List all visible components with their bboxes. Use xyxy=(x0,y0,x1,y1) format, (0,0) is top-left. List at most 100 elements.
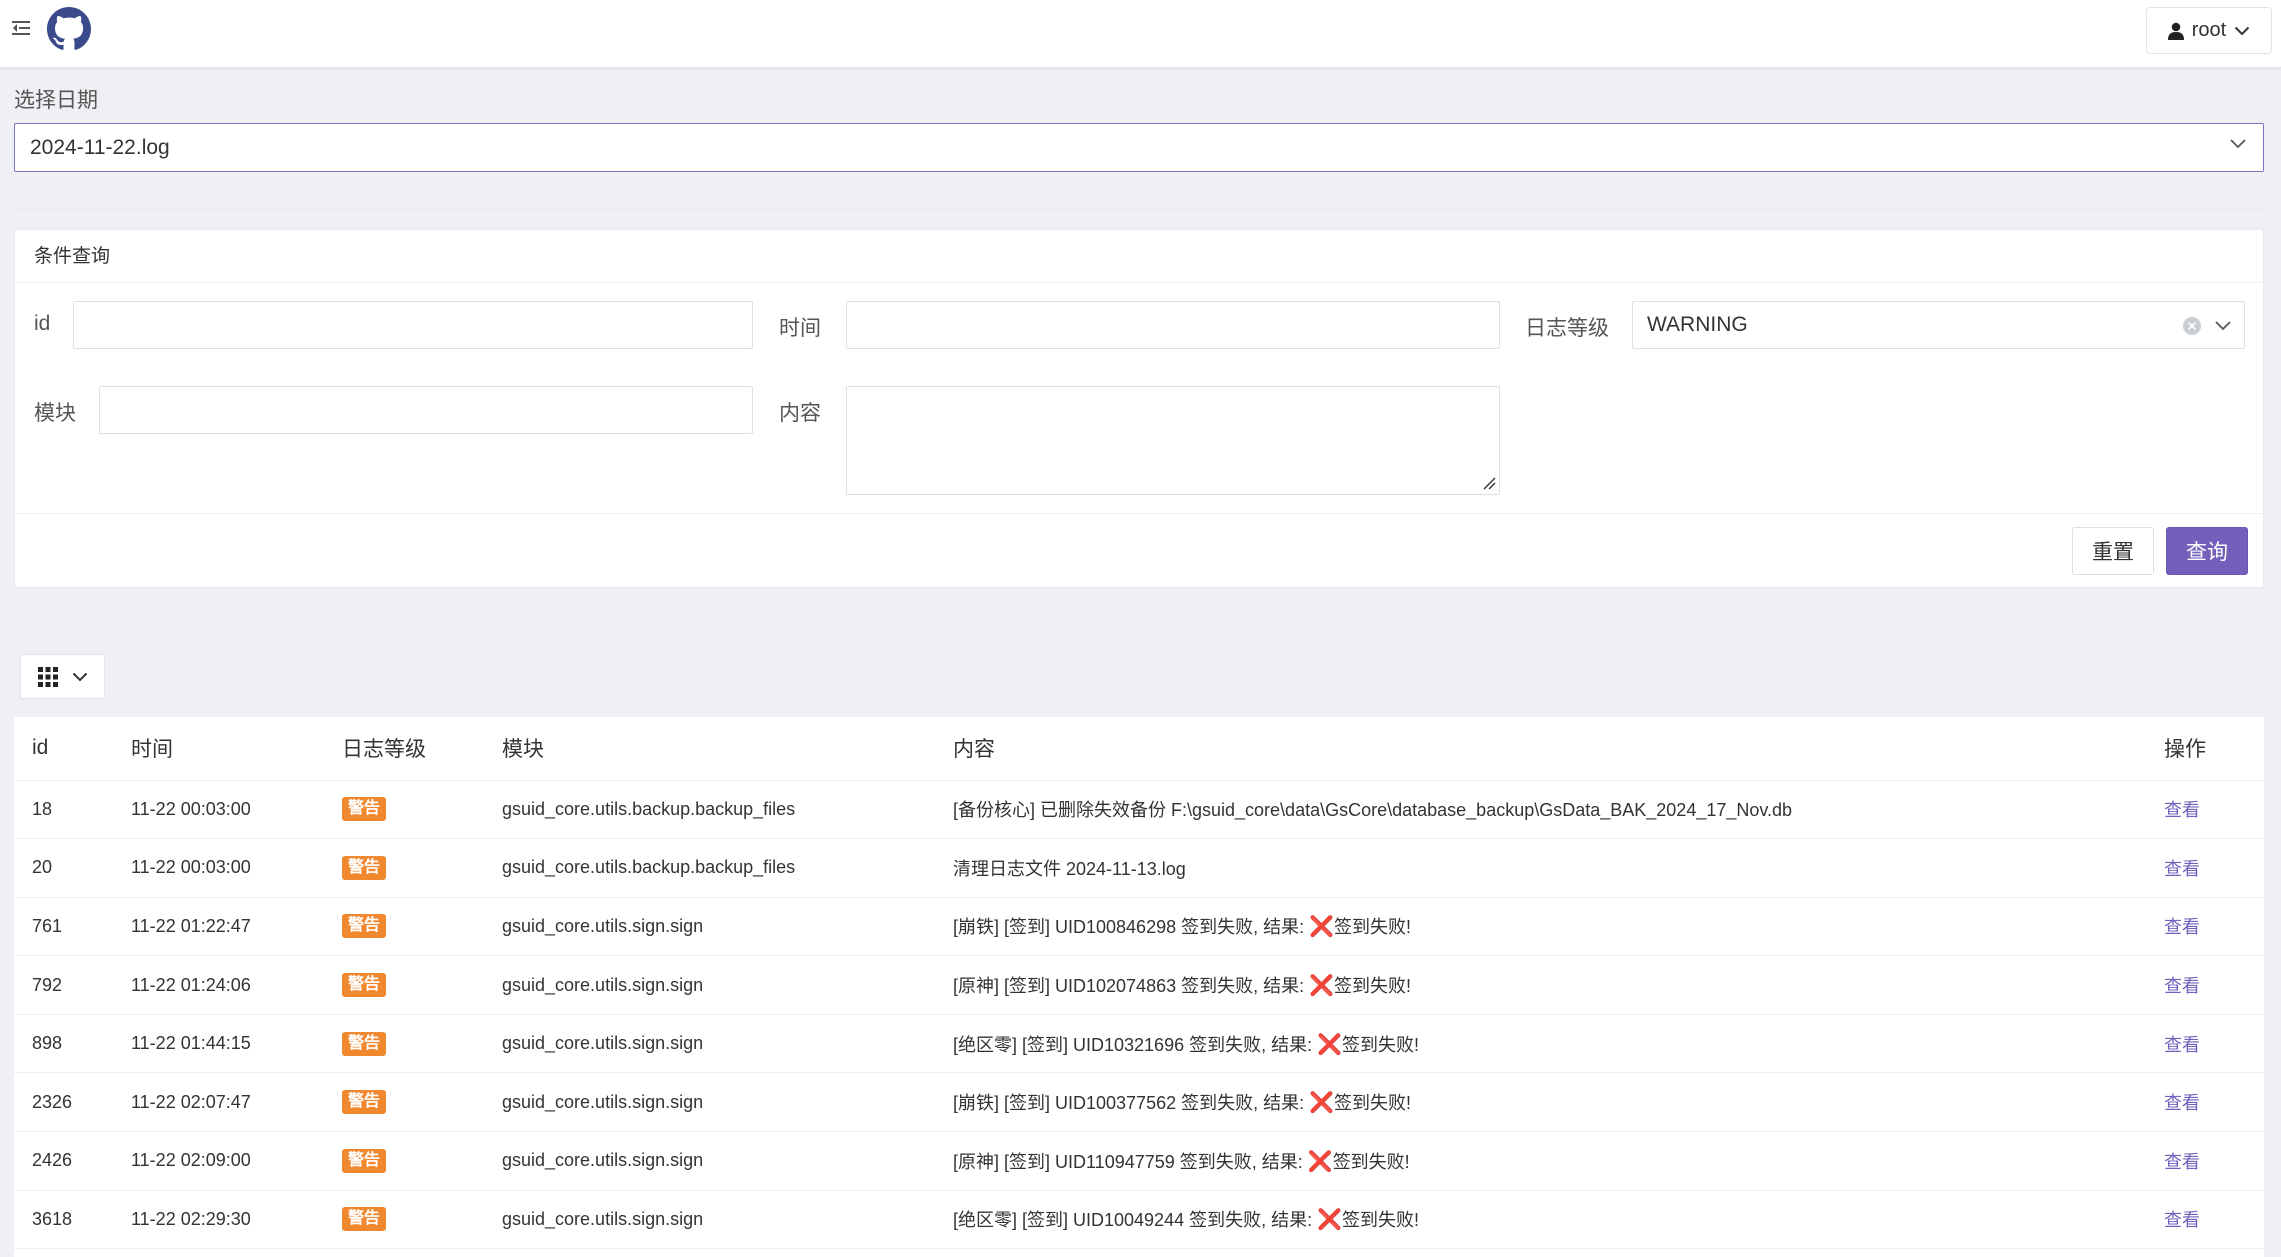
grid-icon xyxy=(37,666,58,687)
chevron-down-icon xyxy=(2230,139,2246,149)
cell-time: 11-22 01:44:15 xyxy=(113,1014,324,1074)
view-link[interactable]: 查看 xyxy=(2164,917,2200,937)
cross-mark-icon: ❌ xyxy=(1309,1092,1335,1115)
cell-level: 警告 xyxy=(324,1014,484,1074)
cell-module: gsuid_core.utils.backup.backup_files xyxy=(484,838,935,898)
cell-id: 792 xyxy=(14,955,113,1015)
cell-level: 警告 xyxy=(324,955,484,1015)
cell-action: 查看 xyxy=(2146,1014,2264,1074)
cell-content: [绝区零] [签到] UID10049244 签到失败, 结果: ❌签到失败! xyxy=(935,1190,2146,1250)
user-menu-button[interactable]: root xyxy=(2146,7,2272,54)
cell-content: 清理日志文件 2024-11-13.log xyxy=(935,838,2146,898)
cell-id: 2326 xyxy=(14,1072,113,1133)
time-input[interactable] xyxy=(846,301,1500,349)
view-link[interactable]: 查看 xyxy=(2164,1035,2200,1055)
cell-id: 20 xyxy=(14,838,113,898)
table-row: 2426 11-22 02:09:00 警告 gsuid_core.utils.sig… xyxy=(14,1131,2264,1191)
cell-level: 警告 xyxy=(324,1072,484,1133)
cell-time: 11-22 02:09:00 xyxy=(113,1131,324,1191)
cell-module: gsuid_core.utils.sign.sign xyxy=(484,1190,935,1250)
cross-mark-icon: ❌ xyxy=(1309,975,1335,998)
date-select-value: 2024-11-22.log xyxy=(30,135,170,159)
table-row: 20 11-22 00:03:00 警告 gsuid_core.utils.backu… xyxy=(14,838,2264,898)
table-header-row: id 时间 日志等级 模块 内容 操作 xyxy=(14,717,2264,781)
cell-content: [崩铁] [签到] UID100846298 签到失败, 结果: ❌签到失败! xyxy=(935,897,2146,957)
content-text: [原神] [签到] UID102074863 签到失败, 结果: xyxy=(953,976,1310,997)
cell-level: 警告 xyxy=(324,780,484,840)
cross-mark-icon: ❌ xyxy=(1317,1209,1343,1232)
clear-circle-icon[interactable] xyxy=(2182,316,2202,336)
table-row: 18 11-22 00:03:00 警告 gsuid_core.utils.backu… xyxy=(14,780,2264,840)
content-text: [崩铁] [签到] UID100377562 签到失败, 结果: xyxy=(953,1093,1310,1114)
cell-level: 警告 xyxy=(324,1190,484,1250)
github-icon[interactable] xyxy=(47,7,91,51)
warning-badge: 警告 xyxy=(342,855,387,880)
cell-id: 2426 xyxy=(14,1131,113,1191)
warning-badge: 警告 xyxy=(342,1090,387,1115)
id-input[interactable] xyxy=(73,301,753,349)
cell-time: 11-22 01:22:47 xyxy=(113,897,324,957)
chevron-down-icon xyxy=(2235,26,2250,35)
cell-content: [绝区零] [签到] UID10321696 签到失败, 结果: ❌签到失败! xyxy=(935,1014,2146,1074)
cell-level: 警告 xyxy=(324,838,484,898)
log-level-select[interactable]: WARNING xyxy=(1632,301,2245,349)
time-label: 时间 xyxy=(779,317,821,340)
column-settings-button[interactable] xyxy=(20,654,105,699)
user-icon xyxy=(2167,22,2184,40)
date-select[interactable]: 2024-11-22.log xyxy=(14,123,2264,172)
column-header-content[interactable]: 内容 xyxy=(935,717,2146,781)
cell-action: 查看 xyxy=(2146,780,2264,840)
cell-action: 查看 xyxy=(2146,838,2264,898)
column-header-time[interactable]: 时间 xyxy=(113,717,324,781)
warning-badge: 警告 xyxy=(342,973,387,998)
log-table: id 时间 日志等级 模块 内容 操作 18 11-22 00:03:00 警告 gs… xyxy=(14,717,2264,1257)
content-text: [绝区零] [签到] UID10321696 签到失败, 结果: xyxy=(953,1034,1318,1055)
cell-action: 查看 xyxy=(2146,955,2264,1015)
log-level-label: 日志等级 xyxy=(1525,317,1609,340)
cell-level: 警告 xyxy=(324,1131,484,1191)
warning-badge: 警告 xyxy=(342,1207,387,1232)
cell-module: gsuid_core.utils.sign.sign xyxy=(484,1131,935,1191)
view-link[interactable]: 查看 xyxy=(2164,976,2200,996)
view-link[interactable]: 查看 xyxy=(2164,800,2200,820)
module-input[interactable] xyxy=(99,386,753,434)
table-row: 898 11-22 01:44:15 警告 gsuid_core.utils.sign… xyxy=(14,1014,2264,1074)
view-link[interactable]: 查看 xyxy=(2164,1210,2200,1230)
cell-time: 11-22 00:03:00 xyxy=(113,838,324,898)
cell-module: gsuid_core.utils.sign.sign xyxy=(484,1014,935,1074)
view-link[interactable]: 查看 xyxy=(2164,1093,2200,1113)
cross-mark-icon: ❌ xyxy=(1317,1033,1343,1056)
content-tail: 签到失败! xyxy=(1332,1151,1410,1172)
cross-mark-icon: ❌ xyxy=(1307,1150,1333,1173)
resize-handle-icon[interactable] xyxy=(1482,476,1496,490)
cell-action: 查看 xyxy=(2146,1131,2264,1191)
cell-id: 898 xyxy=(14,1014,113,1074)
column-header-id[interactable]: id xyxy=(14,717,113,781)
log-level-value: WARNING xyxy=(1647,313,1748,336)
reset-button[interactable]: 重置 xyxy=(2072,527,2154,575)
warning-badge: 警告 xyxy=(342,1031,387,1056)
cell-content: [备份核心] 已删除失效备份 F:\gsuid_core\data\GsCore… xyxy=(935,780,2146,840)
content-textarea[interactable] xyxy=(846,386,1500,495)
cell-action: 查看 xyxy=(2146,1072,2264,1133)
column-header-module[interactable]: 模块 xyxy=(484,717,935,781)
table-row: 761 11-22 01:22:47 警告 gsuid_core.utils.sign… xyxy=(14,897,2264,957)
view-link[interactable]: 查看 xyxy=(2164,1152,2200,1172)
cell-action: 查看 xyxy=(2146,1190,2264,1250)
menu-fold-icon[interactable] xyxy=(12,18,30,38)
search-button[interactable]: 查询 xyxy=(2166,527,2248,575)
warning-badge: 警告 xyxy=(342,914,387,939)
divider xyxy=(14,209,2264,210)
date-picker-label: 选择日期 xyxy=(14,89,98,112)
cell-content: [崩铁] [签到] UID100377562 签到失败, 结果: ❌签到失败! xyxy=(935,1072,2146,1133)
cell-id: 761 xyxy=(14,897,113,957)
cell-content: [原神] [签到] UID110947759 签到失败, 结果: ❌签到失败! xyxy=(935,1131,2146,1191)
content-text: [原神] [签到] UID110947759 签到失败, 结果: xyxy=(953,1151,1308,1172)
warning-badge: 警告 xyxy=(342,1148,387,1173)
column-header-level[interactable]: 日志等级 xyxy=(324,717,484,781)
query-panel: 条件查询 id 时间 日志等级 WARNING 模块 内容 重置 查询 xyxy=(14,229,2264,588)
warning-badge: 警告 xyxy=(342,797,387,822)
cell-module: gsuid_core.utils.sign.sign xyxy=(484,1072,935,1133)
table-row: 2326 11-22 02:07:47 警告 gsuid_core.utils.sig… xyxy=(14,1072,2264,1133)
view-link[interactable]: 查看 xyxy=(2164,859,2200,879)
